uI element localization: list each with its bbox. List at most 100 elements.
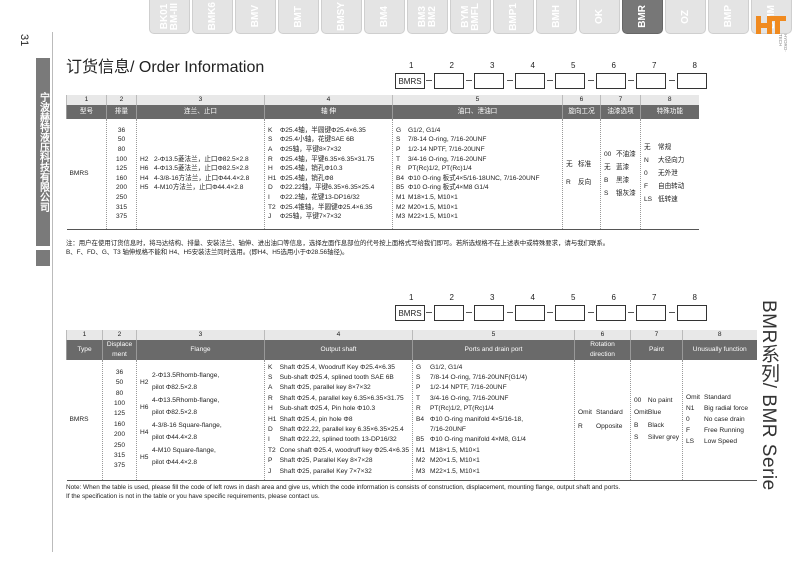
code-prefix-box: BMRS bbox=[395, 73, 425, 89]
function-cell: Omit N1 0 F LS Standard Big radial force… bbox=[682, 360, 757, 481]
paint-cell: 00 Omit B S No paint Blue Black Silver g… bbox=[630, 360, 683, 481]
tab-oz[interactable]: OZ bbox=[665, 0, 706, 34]
flange-codes: H2 H6 H4 H5 bbox=[140, 378, 149, 461]
tab-label: BMR bbox=[636, 5, 648, 28]
tab-bmk6[interactable]: BMK6 bbox=[192, 0, 233, 34]
col-num: 6 bbox=[562, 95, 601, 105]
rotation-codes: 无 R bbox=[566, 160, 573, 186]
code-entry-box[interactable] bbox=[636, 73, 666, 89]
tab-bmp1[interactable]: BMP1 bbox=[493, 0, 534, 34]
tab-bk01-bm-iii[interactable]: BK01 BM-III bbox=[149, 0, 190, 34]
tab-bm4[interactable]: BM4 bbox=[364, 0, 405, 34]
code-entry-box[interactable] bbox=[474, 73, 504, 89]
rotation-codes: Omit R bbox=[578, 408, 592, 430]
tab-bmp[interactable]: BMP bbox=[708, 0, 749, 34]
code-separator-dash bbox=[628, 312, 634, 313]
code-entry-box[interactable] bbox=[676, 73, 707, 89]
code-separator-dash bbox=[506, 80, 513, 81]
tab-label: BK01 BM-III bbox=[158, 2, 180, 31]
function-descriptions: Standard Big radial force No case drain … bbox=[704, 394, 748, 446]
code-entry-box[interactable] bbox=[595, 305, 626, 321]
shaft-codes: K S A R H H1 D I T2 J bbox=[268, 126, 277, 221]
tab-bmv[interactable]: BMV bbox=[235, 0, 276, 34]
rotation-cell: 无 R 标准 反向 bbox=[562, 119, 601, 230]
header-cell: Unusually function bbox=[682, 340, 757, 360]
order-table-cn: 1 2 3 4 5 6 7 8 型号 排量 连兰、止口 轴 伸 油口、泄油口 旋… bbox=[66, 95, 699, 230]
tab-label: BMK6 bbox=[206, 2, 218, 31]
header-cell: Paint bbox=[630, 340, 683, 360]
paint-descriptions: No paint Blue Black Silver grey bbox=[647, 396, 680, 442]
function-codes: Omit N1 0 F LS bbox=[686, 394, 700, 446]
tab-label: BMH bbox=[550, 5, 562, 28]
code-position-number: 4 bbox=[530, 61, 535, 70]
port-codes: G S P T R B4 B5 M1 M2 M3 bbox=[416, 363, 426, 475]
displacement-cell: 36 50 80 100 125 160 200 250 315 375 bbox=[102, 360, 137, 481]
col-num: 7 bbox=[600, 95, 641, 105]
header-cell: 油漆选项 bbox=[600, 105, 641, 119]
tab-label: BMP bbox=[722, 5, 734, 28]
code-prefix-box: BMRS bbox=[395, 305, 425, 321]
tab-bmsy[interactable]: BMSY bbox=[321, 0, 362, 34]
header-cell: 油口、泄油口 bbox=[392, 105, 563, 119]
left-divider bbox=[52, 32, 53, 552]
port-descriptions: G1/2, G1/4 7/8-14 O-ring, 7/16-20UNF(G1/… bbox=[430, 363, 528, 475]
code-separator-dash bbox=[547, 312, 553, 313]
port-descriptions: G1/2, G1/4 7/8-14 O-ring, 7/16-20UNF 1/2… bbox=[408, 126, 540, 221]
tab-label: BM4 bbox=[378, 5, 390, 28]
header-cell: Output shaft bbox=[264, 340, 413, 360]
column-number-row: 1 2 3 4 5 6 7 8 bbox=[66, 330, 757, 340]
code-entry-box[interactable] bbox=[636, 305, 666, 321]
code-position-number: 2 bbox=[449, 61, 454, 70]
code-position-number: 6 bbox=[611, 293, 616, 302]
header-cell: 轴 伸 bbox=[264, 105, 393, 119]
header-cell: 型号 bbox=[66, 105, 107, 119]
col-num: 5 bbox=[412, 330, 575, 340]
tab-label: BMSY bbox=[335, 2, 347, 31]
function-cell: 无 N 0 F LS 常规 大径向力 无外泄 自由转动 低转速 bbox=[640, 119, 699, 230]
flange-descriptions: 2-Φ13.5Rhomb-flange, pilot Φ82.5×2.8 4-Φ… bbox=[152, 371, 222, 467]
port-cell: G S P T R B4 B5 M1 M2 M3 G1/2, G1/4 7/8-… bbox=[412, 360, 575, 481]
code-entry-box[interactable] bbox=[555, 305, 585, 321]
company-name: 宁波赫特液压科技有限公司 bbox=[36, 58, 50, 246]
code-separator-dash bbox=[466, 80, 472, 81]
shaft-descriptions: Φ25.4轴，半圆键Φ25.4×6.35 Φ25.4小轴，花键SAE 6B Φ2… bbox=[280, 126, 375, 221]
shaft-codes: K S A R H H1 D I T2 P J bbox=[268, 363, 277, 475]
code-separator-dash bbox=[668, 80, 675, 81]
col-num: 1 bbox=[66, 330, 103, 340]
model-cell: BMRS bbox=[66, 119, 107, 230]
note-cn: 注：用户在使用订货信息时，将马达结构、排量、安装法兰、轴伸、进出油口等信息，选择… bbox=[66, 240, 610, 256]
code-separator-dash bbox=[547, 80, 553, 81]
code-entry-box[interactable] bbox=[676, 305, 707, 321]
code-separator-dash bbox=[425, 80, 432, 81]
tab-label: OK bbox=[593, 9, 605, 24]
ht-logo: HYDRO-TECH bbox=[754, 14, 788, 60]
code-separator-dash bbox=[425, 312, 432, 313]
series-label: BMR系列/ BMR Serie bbox=[758, 300, 779, 491]
code-entry-box[interactable] bbox=[514, 73, 545, 89]
col-num: 2 bbox=[102, 330, 137, 340]
rotation-descriptions: 标准 反向 bbox=[578, 160, 592, 186]
tab-bmt[interactable]: BMT bbox=[278, 0, 319, 34]
code-entry-box[interactable] bbox=[595, 73, 626, 89]
tab-label: BMT bbox=[292, 5, 304, 28]
paint-cell: 00 无 B S 不油漆 蓝漆 黑漆 银灰漆 bbox=[600, 119, 641, 230]
code-entry-box[interactable] bbox=[514, 305, 545, 321]
code-position-number: 5 bbox=[571, 293, 576, 302]
code-position-number: 5 bbox=[571, 61, 576, 70]
code-separator-dash bbox=[587, 312, 594, 313]
function-descriptions: 常规 大径向力 无外泄 自由转动 低转速 bbox=[658, 144, 685, 204]
tab-bmr[interactable]: BMR bbox=[622, 0, 663, 34]
code-entry-box[interactable] bbox=[433, 305, 464, 321]
code-entry-box[interactable] bbox=[474, 305, 504, 321]
tab-bm3-bm2[interactable]: BM3 BM2 bbox=[407, 0, 448, 34]
code-position-number: 8 bbox=[692, 61, 697, 70]
page-title: 订货信息/ Order Information bbox=[66, 59, 265, 76]
tab-bym-bmfl[interactable]: BYM BMFL bbox=[450, 0, 491, 34]
code-position-number: 1 bbox=[409, 61, 414, 70]
tab-ok[interactable]: OK bbox=[579, 0, 620, 34]
tab-label: OZ bbox=[679, 9, 691, 24]
tab-bmh[interactable]: BMH bbox=[536, 0, 577, 34]
code-entry-box[interactable] bbox=[555, 73, 585, 89]
col-num: 4 bbox=[264, 95, 393, 105]
code-entry-box[interactable] bbox=[433, 73, 464, 89]
